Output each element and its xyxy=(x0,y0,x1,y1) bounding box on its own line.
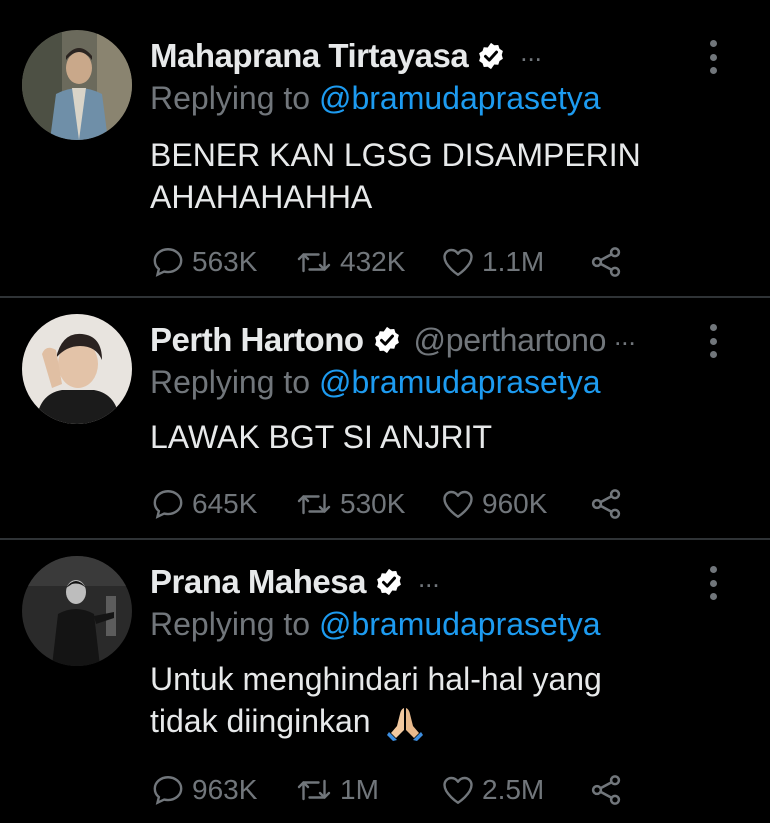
handle-truncated: ... xyxy=(614,320,636,351)
retweet-button[interactable]: 1M xyxy=(294,770,379,810)
display-name[interactable]: Perth Hartono xyxy=(150,321,364,359)
heart-icon xyxy=(443,490,473,518)
handle-truncated: ... xyxy=(417,562,440,593)
like-count: 960K xyxy=(482,488,548,519)
like-count: 2.5M xyxy=(482,774,545,805)
like-button[interactable]: 1.1M xyxy=(440,242,544,282)
tweet-text-line: Untuk menghindari hal-hal yang xyxy=(150,661,602,697)
tweet-actions: 645K 530K 960K xyxy=(150,484,630,524)
share-icon xyxy=(591,775,621,805)
heart-icon xyxy=(443,248,473,276)
heart-icon xyxy=(443,776,473,804)
display-name[interactable]: Mahaprana Tirtayasa xyxy=(150,37,469,75)
share-button[interactable] xyxy=(588,770,624,810)
reply-icon xyxy=(153,490,183,519)
avatar[interactable] xyxy=(22,314,132,424)
reply-icon xyxy=(153,248,183,277)
tweet-actions: 963K 1M 2.5M xyxy=(150,770,630,810)
tweet[interactable]: Mahaprana Tirtayasa ... Replying to @bra… xyxy=(0,0,770,297)
tweet-actions: 563K 432K 1.1M xyxy=(150,242,630,282)
verified-badge-icon xyxy=(377,568,401,596)
replying-to: Replying to @bramudaprasetya xyxy=(150,606,601,643)
retweet-count: 1M xyxy=(340,774,379,805)
share-icon xyxy=(591,247,621,277)
replying-to: Replying to @bramudaprasetya xyxy=(150,364,601,401)
retweet-icon xyxy=(297,251,331,273)
username[interactable]: @perthartono xyxy=(414,322,607,359)
reply-button[interactable]: 563K xyxy=(150,242,257,282)
tweet-text: LAWAK BGT SI ANJRIT xyxy=(150,416,710,458)
like-count: 1.1M xyxy=(482,246,545,277)
tweet-text-line: BENER KAN LGSG DISAMPERIN xyxy=(150,137,641,173)
tweet-text: Untuk menghindari hal-hal yang tidak dii… xyxy=(150,658,710,742)
reply-icon xyxy=(153,776,183,805)
reply-count: 563K xyxy=(192,246,258,277)
verified-badge-icon xyxy=(479,42,504,70)
avatar[interactable] xyxy=(22,30,132,140)
share-icon xyxy=(591,489,621,519)
replying-prefix: Replying to xyxy=(150,606,319,642)
like-button[interactable]: 960K xyxy=(440,484,547,524)
tweet-text: BENER KAN LGSG DISAMPERIN AHAHAHAHHA xyxy=(150,134,710,218)
share-button[interactable] xyxy=(588,242,624,282)
tweet-text-line: AHAHAHAHHA xyxy=(150,179,373,215)
retweet-count: 530K xyxy=(340,488,406,519)
more-options-icon[interactable] xyxy=(702,566,724,600)
verified-badge-icon xyxy=(374,326,399,354)
retweet-count: 432K xyxy=(340,246,406,277)
mention-link[interactable]: @bramudaprasetya xyxy=(319,80,601,116)
more-options-icon[interactable] xyxy=(702,40,724,74)
retweet-button[interactable]: 432K xyxy=(294,242,405,282)
more-options-icon[interactable] xyxy=(702,324,724,358)
reply-button[interactable]: 963K xyxy=(150,770,257,810)
mention-link[interactable]: @bramudaprasetya xyxy=(319,606,601,642)
display-name[interactable]: Prana Mahesa xyxy=(150,563,366,601)
retweet-icon xyxy=(297,493,331,515)
mention-link[interactable]: @bramudaprasetya xyxy=(319,364,601,400)
tweet-text-line: tidak diinginkan xyxy=(150,703,371,739)
reply-button[interactable]: 645K xyxy=(150,484,257,524)
replying-to: Replying to @bramudaprasetya xyxy=(150,80,601,117)
reply-count: 645K xyxy=(192,488,258,519)
retweet-button[interactable]: 530K xyxy=(294,484,405,524)
avatar[interactable] xyxy=(22,556,132,666)
replying-prefix: Replying to xyxy=(150,364,319,400)
retweet-icon xyxy=(297,779,331,801)
replying-prefix: Replying to xyxy=(150,80,319,116)
tweet[interactable]: Prana Mahesa ... Replying to @bramudapra… xyxy=(0,540,770,823)
like-button[interactable]: 2.5M xyxy=(440,770,544,810)
tweet-text-line: LAWAK BGT SI ANJRIT xyxy=(150,419,492,455)
reply-count: 963K xyxy=(192,774,258,805)
folded-hands-emoji-icon xyxy=(387,707,424,741)
tweet[interactable]: Perth Hartono @perthartono ... Replying … xyxy=(0,298,770,538)
share-button[interactable] xyxy=(588,484,624,524)
handle-truncated: ... xyxy=(520,36,542,67)
